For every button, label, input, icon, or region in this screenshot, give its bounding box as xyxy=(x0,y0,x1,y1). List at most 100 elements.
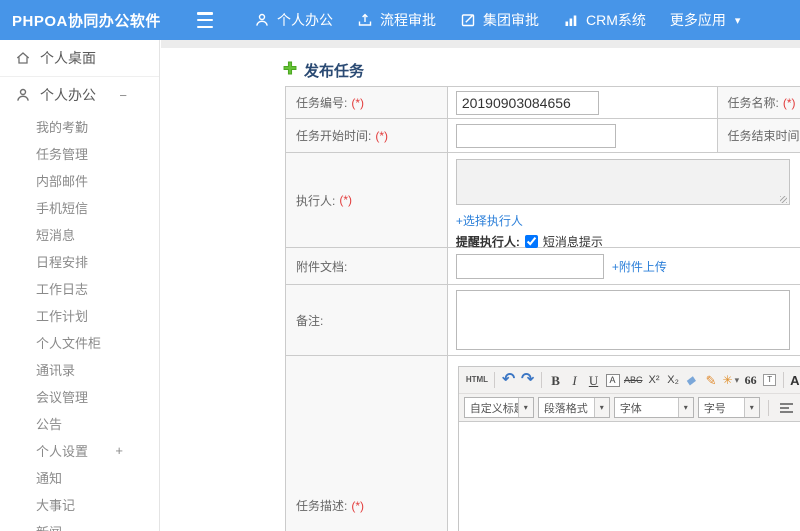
main-content: 发布任务 任务编号:(*) 任务名称:(*) 任务开始时间:(*) xyxy=(161,40,800,531)
sidebar-item-work-log[interactable]: 工作日志 xyxy=(0,275,159,302)
end-time-label: 任务结束时间:(*) xyxy=(717,119,800,153)
nav-group-approval[interactable]: 集团审批 xyxy=(448,0,551,40)
sidebar-item-internal-mail[interactable]: 内部邮件 xyxy=(0,167,159,194)
caret-down-icon: ▾ xyxy=(677,398,693,417)
sidebar-item-personal-file-cabinet[interactable]: 个人文件柜 xyxy=(0,329,159,356)
sidebar-item-my-attendance[interactable]: 我的考勤 xyxy=(0,113,159,140)
nav-crm-system[interactable]: CRM系统 xyxy=(551,0,658,40)
select-executor-link[interactable]: +选择执行人 xyxy=(456,212,523,229)
home-icon xyxy=(15,50,31,66)
form-row-task-time: 任务开始时间:(*) 任务结束时间:(*) xyxy=(286,119,800,153)
subscript-button[interactable]: X₂ xyxy=(664,370,683,391)
caret-down-icon: ▾ xyxy=(517,398,533,417)
caret-down-icon: ▾ xyxy=(593,398,609,417)
toolbar-separator xyxy=(541,372,543,388)
start-time-label: 任务开始时间: (*) xyxy=(286,119,448,153)
attachment-input[interactable] xyxy=(455,253,604,279)
task-name-label: 任务名称: (*) xyxy=(717,87,800,119)
app-logo: PHPOA协同办公软件 xyxy=(12,12,161,30)
font-family-select[interactable]: 字体 ▾ xyxy=(613,397,694,418)
form-row-attachment: 附件文档: +附件上传 xyxy=(286,248,800,285)
redo-button[interactable]: ↷ xyxy=(518,370,537,391)
nav-more-apps[interactable]: 更多应用 ▾ xyxy=(658,0,753,40)
editor-toolbar-row2: 自定义标题▾段落格式▾字体▾字号▾ xyxy=(458,394,800,422)
superscript-button[interactable]: X² xyxy=(645,370,664,391)
sidebar-item-personal-desktop[interactable]: 个人桌面 xyxy=(0,40,159,77)
bold-button[interactable]: B xyxy=(546,370,565,391)
sidebar-item-personal-settings[interactable]: 个人设置 + xyxy=(0,437,159,464)
toolbar-separator xyxy=(783,372,785,388)
font-style-button[interactable]: A xyxy=(603,370,622,391)
html-source-button[interactable]: HTML xyxy=(464,370,490,391)
page-title: 发布任务 xyxy=(283,60,800,81)
insert-style-button[interactable]: ✳ ▾ xyxy=(721,370,742,391)
remark-textarea[interactable] xyxy=(455,290,790,350)
sidebar-item-contacts[interactable]: 通讯录 xyxy=(0,356,159,383)
eraser-button[interactable]: ◆ xyxy=(683,370,702,391)
app-window: PHPOA协同办公软件 个人办公 流程审批 集团审批 CRM系统 更多应用 ▾ 个人桌面个… xyxy=(0,0,800,531)
user-icon xyxy=(254,12,270,28)
description-label: 任务描述: (*) xyxy=(286,356,448,531)
paragraph-format-select[interactable]: 段落格式 ▾ xyxy=(537,397,610,418)
form-row-task-number: 任务编号:(*) 任务名称:(*) xyxy=(286,87,800,119)
format-brush-button[interactable]: ✎ xyxy=(702,370,721,391)
form-row-description: 任务描述:(*) HTML ↶↷ BIUAABCX²X₂◆✎✳▾66T A▾ 自定义标… xyxy=(286,356,800,531)
sidebar-item-personal-office[interactable]: 个人办公 − xyxy=(0,77,159,113)
caret-down-icon: ▾ xyxy=(734,374,740,385)
toggle-icon[interactable]: − xyxy=(119,88,127,103)
sidebar: 个人桌面 个人办公 − 我的考勤 任务管理 内部邮件 手机短信 短消息 日程安排 工作日志 工作计划… xyxy=(0,40,160,531)
chart-icon xyxy=(563,12,579,28)
sidebar-item-work-plan[interactable]: 工作计划 xyxy=(0,302,159,329)
custom-title-select[interactable]: 自定义标题▾ xyxy=(463,397,534,418)
attachment-upload-link[interactable]: +附件上传 xyxy=(612,258,667,275)
form-row-executor: 执行人: (*) +选择执行人 提醒执行人: 短消息提示 xyxy=(286,153,800,249)
blockquote-button[interactable]: 66 xyxy=(741,370,760,391)
sidebar-item-notification[interactable]: 通知 xyxy=(0,464,159,491)
rich-text-editor: HTML ↶↷ BIUAABCX²X₂◆✎✳▾66T A▾ 自定义标题▾段落格式▾字体… xyxy=(457,366,800,531)
content-top-strip xyxy=(161,40,800,48)
strikethrough-button[interactable]: ABC xyxy=(622,370,645,391)
executor-textarea[interactable] xyxy=(455,159,790,205)
sidebar-item-news[interactable]: 新闻 xyxy=(0,518,159,531)
process-icon xyxy=(357,12,373,28)
toolbar-separator xyxy=(767,399,769,416)
edit-icon xyxy=(460,12,476,28)
font-size-select[interactable]: 字号 ▾ xyxy=(697,397,760,418)
menu-toggle-icon[interactable] xyxy=(194,12,216,28)
align-left-icon xyxy=(780,401,794,415)
align-left-button[interactable] xyxy=(777,397,797,418)
toggle-icon[interactable]: + xyxy=(115,443,123,458)
sidebar-item-memorabilia[interactable]: 大事记 xyxy=(0,491,159,518)
start-time-input[interactable] xyxy=(455,123,616,148)
undo-button[interactable]: ↶ xyxy=(499,370,518,391)
sidebar-item-short-message[interactable]: 短消息 xyxy=(0,221,159,248)
remark-label: 备注: xyxy=(286,285,448,356)
caret-down-icon: ▾ xyxy=(734,14,741,27)
sidebar-item-task-management[interactable]: 任务管理 xyxy=(0,140,159,167)
sidebar-item-schedule[interactable]: 日程安排 xyxy=(0,248,159,275)
editor-toolbar-row1: HTML ↶↷ BIUAABCX²X₂◆✎✳▾66T A▾ xyxy=(458,367,800,394)
editor-content-area[interactable] xyxy=(458,422,800,531)
italic-button[interactable]: I xyxy=(565,370,584,391)
sidebar-item-meeting-management[interactable]: 会议管理 xyxy=(0,383,159,410)
executor-label: 执行人: (*) xyxy=(286,153,448,248)
font-color-button[interactable]: A▾ xyxy=(788,370,800,391)
attachment-label: 附件文档: xyxy=(286,248,448,285)
sidebar-item-announcement[interactable]: 公告 xyxy=(0,410,159,437)
underline-button[interactable]: U xyxy=(584,370,603,391)
top-nav: 个人办公 流程审批 集团审批 CRM系统 更多应用 ▾ xyxy=(242,0,752,40)
paste-button[interactable]: T xyxy=(760,370,779,391)
page-title-text: 发布任务 xyxy=(304,63,365,80)
caret-down-icon: ▾ xyxy=(743,398,759,417)
publish-task-form: 任务编号:(*) 任务名称:(*) 任务开始时间:(*) 任务结束时 xyxy=(285,86,800,531)
toolbar-separator xyxy=(494,372,496,388)
user-icon xyxy=(15,87,31,103)
nav-process-approval[interactable]: 流程审批 xyxy=(345,0,448,40)
sms-remind-checkbox[interactable] xyxy=(524,235,538,248)
plus-icon xyxy=(283,61,297,80)
form-row-remark: 备注: xyxy=(286,285,800,356)
task-number-input[interactable] xyxy=(455,90,599,115)
top-header: PHPOA协同办公软件 个人办公 流程审批 集团审批 CRM系统 更多应用 ▾ xyxy=(0,0,800,40)
sidebar-item-mobile-sms[interactable]: 手机短信 xyxy=(0,194,159,221)
nav-personal-office[interactable]: 个人办公 xyxy=(242,0,345,40)
